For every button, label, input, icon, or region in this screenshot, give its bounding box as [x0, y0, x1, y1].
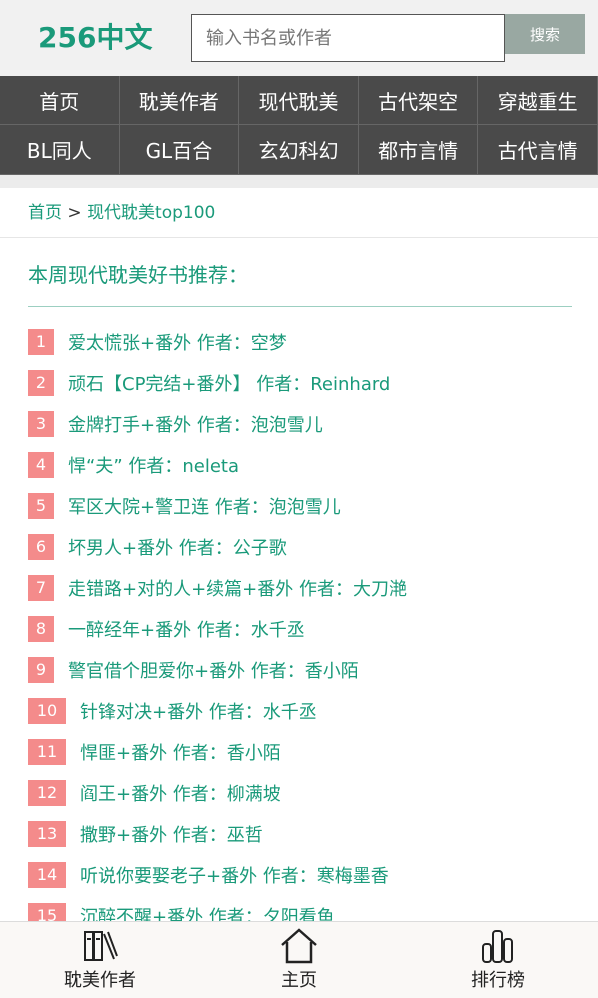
rank-badge: 11	[28, 738, 66, 765]
rank-badge: 6	[28, 533, 54, 560]
list-item[interactable]: 9 警官借个胆爱你+番外 作者：香小陌	[28, 649, 588, 690]
search-input[interactable]	[191, 14, 505, 62]
list-item[interactable]: 4 悍“夫” 作者：neleta	[28, 444, 588, 485]
book-link[interactable]: 撒野+番外 作者：巫哲	[80, 821, 263, 847]
book-link[interactable]: 爱太慌张+番外 作者：空梦	[68, 329, 287, 355]
nav-item-scifi[interactable]: 玄幻科幻	[239, 125, 359, 175]
book-link[interactable]: 针锋对决+番外 作者：水千丞	[80, 698, 317, 724]
rank-badge: 9	[28, 656, 54, 683]
nav-item-gl[interactable]: GL百合	[119, 125, 240, 175]
tab-home-label: 主页	[281, 970, 317, 991]
list-item[interactable]: 10 针锋对决+番外 作者：水千丞	[28, 690, 588, 731]
rank-list: 1 爱太慌张+番外 作者：空梦 2 顽石【CP完结+番外】 作者：Reinhard …	[28, 321, 588, 936]
list-item[interactable]: 14 听说你要娶老子+番外 作者：寒梅墨香	[28, 854, 588, 895]
breadcrumb-current[interactable]: 现代耽美top100	[87, 203, 215, 223]
breadcrumb-home[interactable]: 首页	[28, 203, 62, 223]
list-item[interactable]: 5 军区大院+警卫连 作者：泡泡雪儿	[28, 485, 588, 526]
site-logo[interactable]: 256中文	[38, 18, 152, 58]
breadcrumb-separator: >	[62, 203, 88, 223]
nav-item-authors[interactable]: 耽美作者	[119, 76, 240, 125]
rank-badge: 14	[28, 861, 66, 888]
book-link[interactable]: 军区大院+警卫连 作者：泡泡雪儿	[68, 493, 341, 519]
list-item[interactable]: 12 阎王+番外 作者：柳满坡	[28, 772, 588, 813]
rank-badge: 13	[28, 820, 66, 847]
tab-ranking[interactable]: 排行榜	[438, 928, 558, 994]
list-item[interactable]: 6 坏男人+番外 作者：公子歌	[28, 526, 588, 567]
rank-badge: 10	[28, 697, 66, 724]
book-link[interactable]: 听说你要娶老子+番外 作者：寒梅墨香	[80, 862, 389, 888]
nav-item-time-travel[interactable]: 穿越重生	[478, 76, 598, 125]
title-divider	[28, 306, 572, 307]
ranking-icon	[482, 930, 513, 963]
nav-item-ancient-romance[interactable]: 古代言情	[478, 125, 598, 175]
bottom-tab-bar: 耽美作者 主页 排行榜	[0, 921, 598, 998]
tab-authors[interactable]: 耽美作者	[40, 928, 160, 994]
category-nav: 首页 耽美作者 现代耽美 古代架空 穿越重生 BL同人 GL百合 玄幻科幻 都市…	[0, 76, 598, 175]
book-link[interactable]: 警官借个胆爱你+番外 作者：香小陌	[68, 657, 359, 683]
list-item[interactable]: 2 顽石【CP完结+番外】 作者：Reinhard	[28, 362, 588, 403]
list-item[interactable]: 13 撒野+番外 作者：巫哲	[28, 813, 588, 854]
breadcrumb: 首页 > 现代耽美top100	[28, 200, 215, 226]
book-link[interactable]: 悍“夫” 作者：neleta	[68, 452, 239, 478]
search-button[interactable]: 搜索	[505, 14, 585, 54]
rank-badge: 2	[28, 369, 54, 396]
list-item[interactable]: 11 悍匪+番外 作者：香小陌	[28, 731, 588, 772]
home-icon	[281, 928, 317, 964]
list-item[interactable]: 3 金牌打手+番外 作者：泡泡雪儿	[28, 403, 588, 444]
divider	[0, 237, 598, 238]
list-item[interactable]: 7 走错路+对的人+续篇+番外 作者：大刀滟	[28, 567, 588, 608]
nav-item-home[interactable]: 首页	[0, 76, 120, 125]
rank-badge: 8	[28, 615, 54, 642]
book-link[interactable]: 一醉经年+番外 作者：水千丞	[68, 616, 305, 642]
tab-ranking-label: 排行榜	[471, 970, 525, 991]
book-link[interactable]: 金牌打手+番外 作者：泡泡雪儿	[68, 411, 323, 437]
nav-item-urban-romance[interactable]: 都市言情	[358, 125, 479, 175]
tab-authors-label: 耽美作者	[64, 970, 136, 991]
rank-badge: 7	[28, 574, 54, 601]
rank-badge: 3	[28, 410, 54, 437]
list-item[interactable]: 8 一醉经年+番外 作者：水千丞	[28, 608, 588, 649]
nav-item-ancient-fantasy[interactable]: 古代架空	[358, 76, 479, 125]
book-link[interactable]: 阎王+番外 作者：柳满坡	[80, 780, 281, 806]
book-link[interactable]: 坏男人+番外 作者：公子歌	[68, 534, 287, 560]
list-item[interactable]: 1 爱太慌张+番外 作者：空梦	[28, 321, 588, 362]
nav-item-bl-fanfic[interactable]: BL同人	[0, 125, 120, 175]
tab-home[interactable]: 主页	[239, 928, 359, 994]
section-separator	[0, 175, 598, 188]
book-link[interactable]: 走错路+对的人+续篇+番外 作者：大刀滟	[68, 575, 407, 601]
rank-badge: 5	[28, 492, 54, 519]
nav-item-modern-danmei[interactable]: 现代耽美	[239, 76, 359, 125]
rank-badge: 1	[28, 328, 54, 355]
section-title: 本周现代耽美好书推荐：	[28, 263, 248, 287]
book-link[interactable]: 悍匪+番外 作者：香小陌	[80, 739, 281, 765]
rank-badge: 12	[28, 779, 66, 806]
header: 256中文 搜索	[0, 0, 598, 76]
book-link[interactable]: 顽石【CP完结+番外】 作者：Reinhard	[68, 370, 390, 396]
rank-badge: 4	[28, 451, 54, 478]
books-icon	[84, 931, 118, 961]
